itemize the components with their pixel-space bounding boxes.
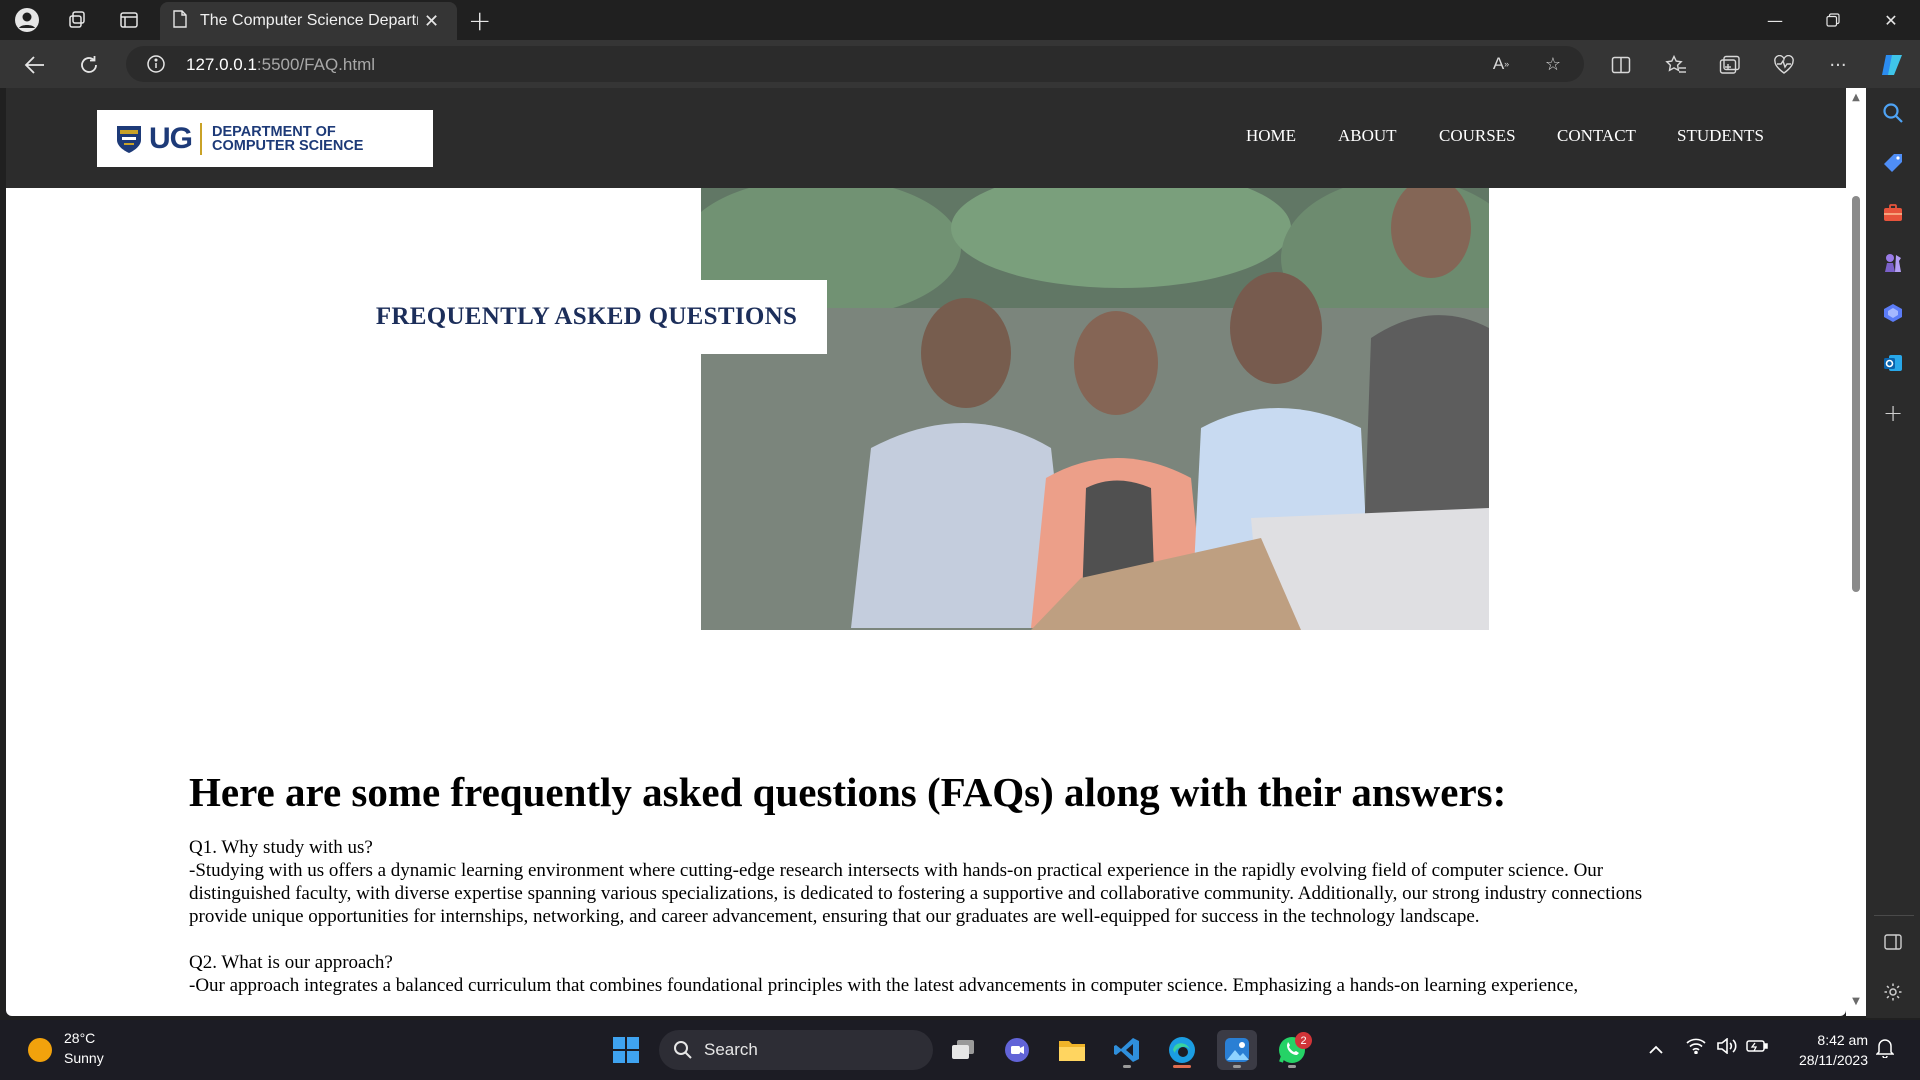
page-scrollbar[interactable]: ▲ ▼ [1846,88,1866,1016]
teams-chat-icon[interactable] [997,1030,1037,1070]
collections-icon[interactable] [1715,50,1745,80]
back-button[interactable] [20,50,50,80]
address-toolbar: 127.0.0.1:5500/FAQ.html A» ☆ ··· [0,40,1920,88]
volume-icon[interactable] [1716,1037,1738,1058]
faq-heading: Here are some frequently asked questions… [189,769,1507,815]
nav-contact[interactable]: CONTACT [1557,126,1636,146]
close-window-button[interactable]: ✕ [1871,6,1911,34]
read-aloud-icon[interactable]: A» [1486,49,1516,79]
department-logo[interactable]: UG DEPARTMENT OF COMPUTER SCIENCE [97,110,433,167]
performance-heart-icon[interactable] [1769,50,1799,80]
tools-briefcase-icon[interactable] [1879,199,1907,227]
add-sidebar-app-icon[interactable]: + [1879,399,1907,427]
start-button[interactable] [606,1030,646,1070]
scroll-up-arrow-icon[interactable]: ▲ [1850,92,1862,103]
workspaces-icon[interactable] [63,6,91,34]
hero-title-box: FREQUENTLY ASKED QUESTIONS [366,280,827,354]
browser-sidebar: + [1866,88,1920,1018]
running-indicator [1123,1065,1131,1068]
url-text[interactable]: 127.0.0.1:5500/FAQ.html [186,55,375,75]
logo-department-text: DEPARTMENT OF COMPUTER SCIENCE [212,123,364,154]
weather-condition[interactable]: Sunny [64,1050,104,1066]
vscode-icon[interactable] [1107,1030,1147,1070]
favorites-icon[interactable] [1661,50,1691,80]
faq-answer: -Studying with us offers a dynamic learn… [189,860,1643,927]
more-options-icon[interactable]: ··· [1823,50,1853,80]
shopping-tag-icon[interactable] [1879,149,1907,177]
university-crest-icon [117,125,141,153]
search-icon[interactable] [1879,99,1907,127]
split-screen-icon[interactable] [1606,50,1636,80]
clock-date: 28/11/2023 [1798,1052,1868,1068]
taskbar-search[interactable]: Search [659,1030,933,1070]
nav-home[interactable]: HOME [1246,126,1296,146]
faq-section: Here are some frequently asked questions… [189,768,1679,1016]
close-tab-icon[interactable]: ✕ [424,11,439,32]
games-chess-icon[interactable] [1879,249,1907,277]
site-header: UG DEPARTMENT OF COMPUTER SCIENCE HOME A… [6,88,1846,188]
search-icon [673,1040,693,1064]
logo-line-2: COMPUTER SCIENCE [212,137,364,154]
nav-about[interactable]: ABOUT [1338,126,1397,146]
sidebar-settings-icon[interactable] [1879,978,1907,1006]
whatsapp-icon[interactable]: 2 [1272,1030,1312,1070]
favorite-star-icon[interactable]: ☆ [1538,49,1568,79]
tab-active[interactable]: The Computer Science Departme ✕ [160,2,457,40]
faq-question: Q1. Why study with us? [189,837,373,858]
faq-answer: -Our approach integrates a balanced curr… [189,975,1579,996]
copilot-sidebar-icon[interactable] [1879,299,1907,327]
logo-ug-text: UG [149,121,193,155]
edge-icon[interactable] [1162,1030,1202,1070]
task-view-icon[interactable] [943,1030,983,1070]
file-explorer-icon[interactable] [1052,1030,1092,1070]
notification-badge: 2 [1295,1032,1312,1049]
taskbar-clock[interactable]: 8:42 am 28/11/2023 [1778,1030,1868,1070]
running-indicator [1233,1065,1241,1068]
running-indicator [1288,1065,1296,1068]
page-icon [172,10,188,32]
hide-sidebar-icon[interactable] [1879,928,1907,956]
scroll-down-arrow-icon[interactable]: ▼ [1850,996,1862,1007]
faq-question: Q2. What is our approach? [189,952,393,973]
hero-students-photo [701,188,1489,630]
scrollbar-thumb[interactable] [1852,196,1860,592]
page-viewport: UG DEPARTMENT OF COMPUTER SCIENCE HOME A… [6,88,1846,1016]
nav-students[interactable]: STUDENTS [1677,126,1764,146]
faq-item: Q1. Why study with us? -Studying with us… [189,836,1679,928]
clock-time: 8:42 am [1817,1032,1868,1048]
weather-temp[interactable]: 28°C [64,1030,95,1046]
url-bar[interactable]: 127.0.0.1:5500/FAQ.html A» ☆ [126,46,1584,82]
active-indicator [1173,1065,1191,1068]
search-label: Search [704,1040,758,1059]
faq-item: Q2. What is our approach? -Our approach … [189,951,1679,997]
outlook-icon[interactable] [1879,349,1907,377]
new-tab-button[interactable]: + [468,4,491,37]
logo-line-1: DEPARTMENT OF [212,123,336,140]
browser-tab-bar: The Computer Science Departme ✕ + — ✕ [0,0,1920,40]
photos-app-icon[interactable] [1217,1030,1257,1070]
notifications-bell-icon[interactable] [1875,1038,1895,1062]
weather-sun-icon[interactable] [28,1038,52,1062]
profile-icon[interactable] [13,6,41,34]
battery-icon[interactable] [1746,1038,1768,1058]
copilot-icon[interactable] [1877,50,1907,80]
nav-courses[interactable]: COURSES [1439,126,1516,146]
minimize-button[interactable]: — [1755,6,1795,34]
tab-actions-icon[interactable] [115,6,143,34]
windows-taskbar: 28°C Sunny Search 2 8:42 am 28/11/2023 [0,1020,1920,1080]
url-path: :5500/FAQ.html [256,55,376,74]
show-hidden-icons-chevron-icon[interactable] [1648,1040,1664,1059]
logo-divider [200,122,202,155]
sidebar-divider [1874,915,1914,916]
url-host: 127.0.0.1 [186,55,257,74]
wifi-icon[interactable] [1686,1038,1706,1058]
tab-title: The Computer Science Departme [200,12,418,29]
restore-button[interactable] [1813,6,1853,34]
hero-title: FREQUENTLY ASKED QUESTIONS [375,303,798,330]
refresh-button[interactable] [74,50,104,80]
site-info-icon[interactable] [146,54,166,78]
